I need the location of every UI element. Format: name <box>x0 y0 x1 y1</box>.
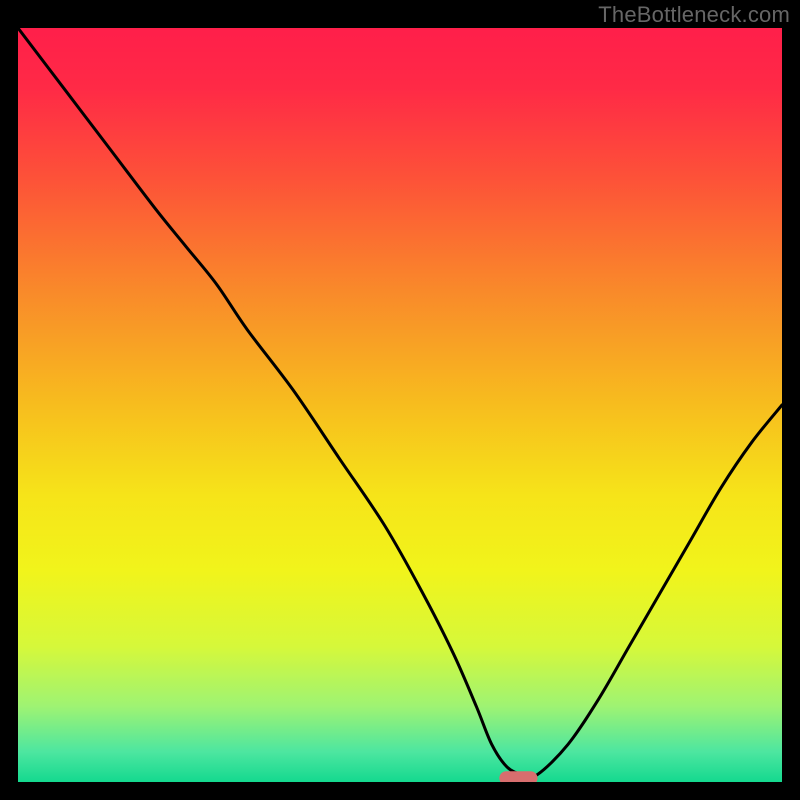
outer-frame: TheBottleneck.com <box>0 0 800 800</box>
bottleneck-chart <box>18 28 782 782</box>
optimum-marker <box>499 771 537 782</box>
chart-container <box>18 28 782 782</box>
watermark-text: TheBottleneck.com <box>598 2 790 28</box>
gradient-background <box>18 28 782 782</box>
